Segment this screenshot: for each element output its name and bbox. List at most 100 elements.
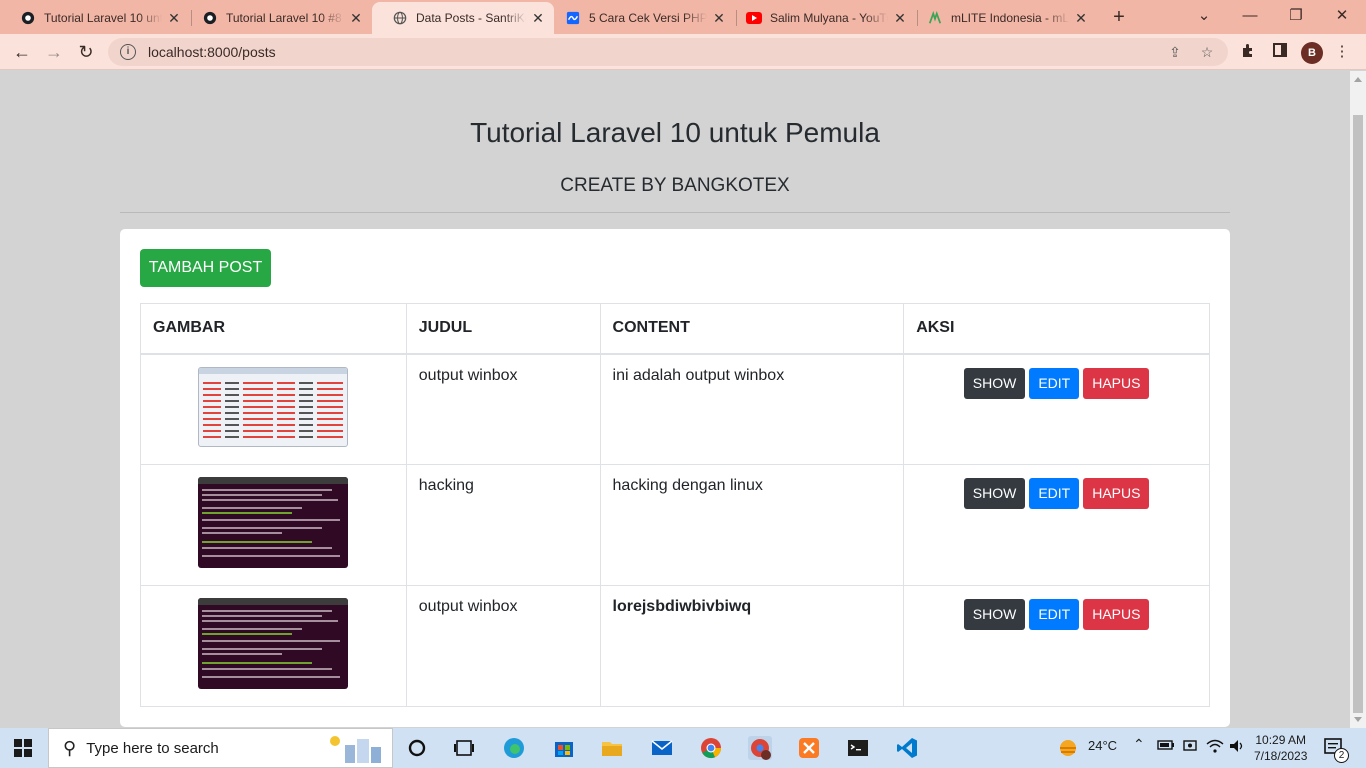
edit-button[interactable]: EDIT xyxy=(1029,477,1080,509)
extensions-icon[interactable] xyxy=(1238,42,1258,62)
divider xyxy=(120,212,1230,213)
close-tab-icon[interactable]: ✕ xyxy=(530,10,546,26)
post-image-winbox xyxy=(198,366,349,447)
share-icon[interactable]: ⇪ xyxy=(1166,44,1184,62)
image-cell xyxy=(140,463,407,586)
content-cell: hacking dengan linux xyxy=(599,463,905,586)
file-explorer-icon[interactable] xyxy=(600,736,624,760)
show-button[interactable]: SHOW xyxy=(963,477,1026,509)
reload-button[interactable]: ↻ xyxy=(74,40,98,64)
page-scrollbar[interactable] xyxy=(1350,71,1366,728)
url-text: localhost:8000/posts xyxy=(148,44,276,60)
profile-avatar[interactable]: B xyxy=(1301,42,1323,64)
tab-youtube[interactable]: Salim Mulyana - YouTube ✕ xyxy=(726,2,916,34)
close-tab-icon[interactable]: ✕ xyxy=(166,10,182,26)
posts-table: GAMBAR JUDUL CONTENT AKSI output winbox … xyxy=(140,303,1210,707)
tab-laravel-1[interactable]: Tutorial Laravel 10 untuk ✕ xyxy=(0,2,190,34)
notification-badge: 2 xyxy=(1334,748,1349,763)
cortana-icon[interactable] xyxy=(405,736,429,760)
site-info-icon[interactable]: i xyxy=(120,44,136,60)
delete-button[interactable]: HAPUS xyxy=(1083,477,1150,509)
scrollbar-thumb[interactable] xyxy=(1353,115,1363,713)
vscode-icon[interactable] xyxy=(895,736,919,760)
posts-card: TAMBAH POST GAMBAR JUDUL CONTENT AKSI ou… xyxy=(120,229,1230,727)
edit-button[interactable]: EDIT xyxy=(1029,367,1080,399)
edge-icon[interactable] xyxy=(502,736,526,760)
taskbar-search[interactable]: ⚲ Type here to search xyxy=(48,728,393,768)
close-window-button[interactable]: ✕ xyxy=(1330,4,1354,28)
delete-button[interactable]: HAPUS xyxy=(1083,367,1150,399)
store-icon[interactable] xyxy=(552,736,576,760)
judul-cell: output winbox xyxy=(405,584,601,707)
chrome-icon[interactable] xyxy=(699,736,723,760)
tab-mlite[interactable]: mLITE Indonesia - mLITE ✕ xyxy=(907,2,1097,34)
content-cell: ini adalah output winbox xyxy=(599,353,905,465)
youtube-icon xyxy=(746,10,762,26)
show-button[interactable]: SHOW xyxy=(963,598,1026,630)
volume-icon[interactable] xyxy=(1228,738,1246,757)
wifi-icon[interactable] xyxy=(1206,738,1224,757)
site-icon xyxy=(565,10,581,26)
header-gambar: GAMBAR xyxy=(140,303,407,355)
post-image-terminal xyxy=(198,597,349,689)
header-judul: JUDUL xyxy=(405,303,601,355)
tab-laravel-8[interactable]: Tutorial Laravel 10 #8 ✕ xyxy=(182,2,372,34)
mlite-icon xyxy=(927,10,943,26)
table-row: output winbox lorejsbdiwbivbiwq SHOW EDI… xyxy=(140,584,1210,707)
tab-search-icon[interactable]: ⌄ xyxy=(1192,4,1216,28)
clock-time: 10:29 AM xyxy=(1255,733,1307,747)
header-content: CONTENT xyxy=(599,303,905,355)
tab-title: 5 Cara Cek Versi PHP di xyxy=(589,11,707,25)
page-subtitle: CREATE BY BANGKOTEX xyxy=(560,175,790,196)
search-icon: ⚲ xyxy=(63,737,77,758)
side-panel-icon[interactable] xyxy=(1270,42,1290,62)
weather-temp[interactable]: 24°C xyxy=(1088,738,1117,753)
judul-cell: hacking xyxy=(405,463,601,586)
forward-button[interactable]: → xyxy=(42,40,66,64)
table-header-row: GAMBAR JUDUL CONTENT AKSI xyxy=(140,303,1210,355)
search-highlight-icon xyxy=(325,733,389,765)
weather-icon[interactable] xyxy=(1057,737,1079,762)
image-cell xyxy=(140,353,407,465)
close-tab-icon[interactable]: ✕ xyxy=(1073,10,1089,26)
edit-button[interactable]: EDIT xyxy=(1029,598,1080,630)
system-clock[interactable]: 10:29 AM 7/18/2023 xyxy=(1254,732,1307,764)
xampp-icon[interactable] xyxy=(797,736,821,760)
minimize-button[interactable]: — xyxy=(1238,4,1262,28)
bookmark-star-icon[interactable]: ☆ xyxy=(1198,44,1216,62)
show-button[interactable]: SHOW xyxy=(963,367,1026,399)
terminal-icon[interactable] xyxy=(846,736,870,760)
scroll-down-icon[interactable] xyxy=(1354,717,1362,722)
page-viewport: Tutorial Laravel 10 untuk Pemula CREATE … xyxy=(0,71,1350,728)
tab-title: Salim Mulyana - YouTube xyxy=(770,11,888,25)
mail-icon[interactable] xyxy=(650,736,674,760)
close-tab-icon[interactable]: ✕ xyxy=(348,10,364,26)
add-post-button[interactable]: TAMBAH POST xyxy=(140,249,271,287)
tab-title: Tutorial Laravel 10 untuk xyxy=(44,11,162,25)
task-view-icon[interactable] xyxy=(452,736,476,760)
github-icon xyxy=(20,10,36,26)
address-bar[interactable]: i localhost:8000/posts ⇪ ☆ xyxy=(108,38,1228,66)
globe-icon xyxy=(392,10,408,26)
judul-cell: output winbox xyxy=(405,353,601,465)
search-placeholder: Type here to search xyxy=(86,739,219,757)
tab-php-version[interactable]: 5 Cara Cek Versi PHP di ✕ xyxy=(545,2,735,34)
back-button[interactable]: ← xyxy=(10,40,34,64)
close-tab-icon[interactable]: ✕ xyxy=(711,10,727,26)
network-device-icon[interactable] xyxy=(1182,738,1198,757)
menu-icon[interactable]: ⋮ xyxy=(1332,42,1352,62)
tab-data-posts[interactable]: Data Posts - SantriKoding ✕ xyxy=(372,2,554,34)
chrome-profile-icon[interactable] xyxy=(748,736,772,760)
new-tab-button[interactable]: + xyxy=(1108,6,1130,28)
restore-button[interactable]: ❐ xyxy=(1284,4,1308,28)
actions-cell: SHOW EDIT HAPUS xyxy=(903,584,1210,707)
close-tab-icon[interactable]: ✕ xyxy=(892,10,908,26)
battery-icon[interactable] xyxy=(1157,738,1175,755)
show-hidden-icons-icon[interactable]: ⌃ xyxy=(1133,736,1145,753)
scroll-up-icon[interactable] xyxy=(1354,77,1362,82)
clock-date: 7/18/2023 xyxy=(1254,749,1308,763)
delete-button[interactable]: HAPUS xyxy=(1083,598,1150,630)
tab-title: Data Posts - SantriKoding xyxy=(416,11,526,25)
table-row: output winbox ini adalah output winbox S… xyxy=(140,353,1210,465)
windows-start-icon[interactable] xyxy=(14,739,32,757)
